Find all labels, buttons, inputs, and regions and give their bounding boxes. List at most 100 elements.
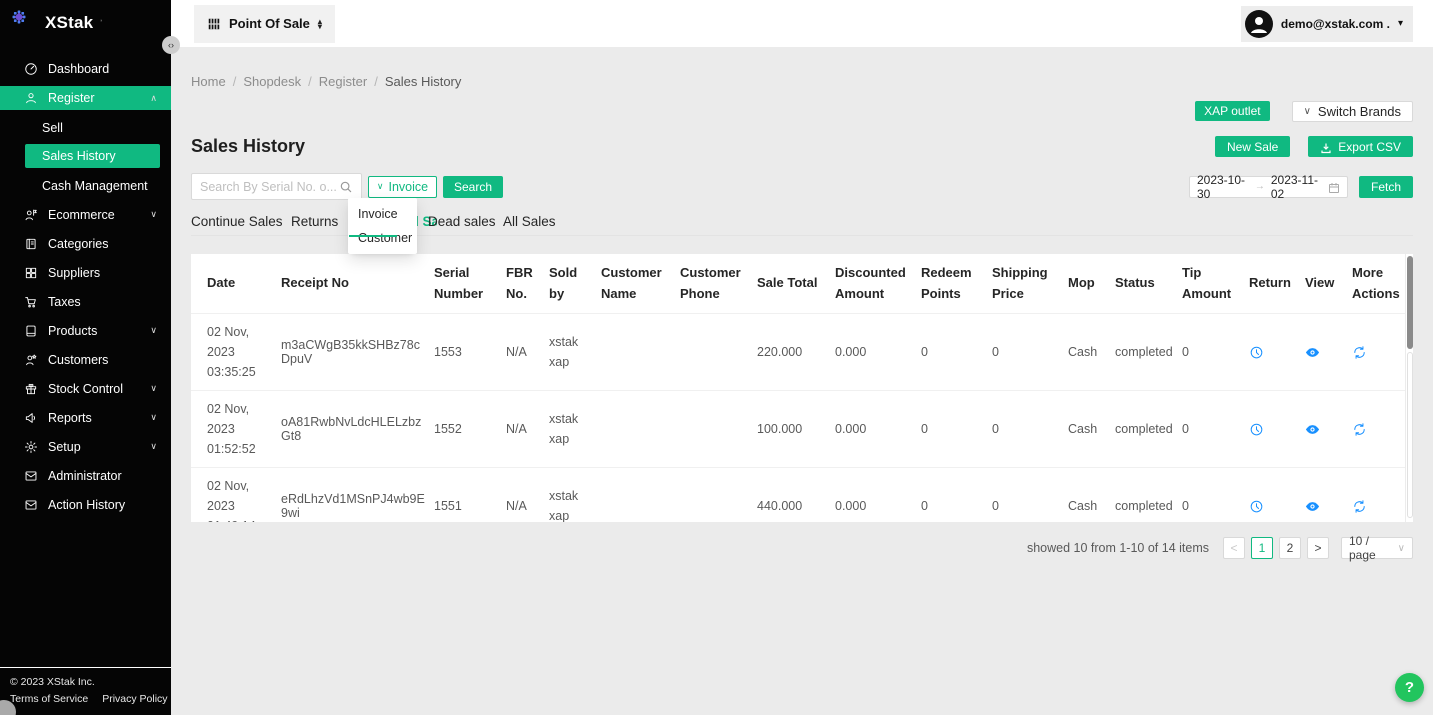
cell-discounted-amount: 0.000 (835, 337, 921, 367)
sidebar-item-label: Dashboard (48, 62, 109, 76)
download-icon (1320, 141, 1332, 153)
tab-returns[interactable]: Returns (291, 214, 338, 229)
return-action-icon[interactable] (1249, 499, 1264, 514)
more-actions-icon[interactable] (1352, 499, 1367, 514)
tab-continue-sales[interactable]: Continue Sales (191, 214, 283, 229)
app-selector-label: Point Of Sale (229, 16, 310, 31)
view-action-icon[interactable] (1305, 499, 1320, 514)
sidebar-item-suppliers[interactable]: Suppliers (0, 258, 171, 287)
cell-customer-phone (680, 498, 757, 514)
sidebar-item-register[interactable]: Register∧ (0, 86, 171, 110)
sidebar-item-reports[interactable]: Reports∨ (0, 403, 171, 432)
page-size-select[interactable]: 10 / page ∨ (1341, 537, 1413, 559)
tab-dead-sales[interactable]: Dead sales (428, 214, 496, 229)
sidebar-item-dashboard[interactable]: Dashboard (0, 54, 171, 83)
date-to[interactable]: 2023-11-02 (1271, 173, 1322, 201)
cell-redeem-points: 0 (921, 414, 992, 444)
search-input[interactable] (200, 180, 339, 194)
search-icon[interactable] (339, 180, 353, 194)
view-action-icon[interactable] (1305, 422, 1320, 437)
date-from[interactable]: 2023-10-30 (1197, 173, 1249, 201)
grid-apps-icon (207, 17, 221, 31)
sidebar-item-taxes[interactable]: Taxes (0, 287, 171, 316)
xstak-logo-icon (12, 10, 38, 36)
sidebar-item-action-history[interactable]: Action History (0, 490, 171, 519)
cell-status: completed (1115, 337, 1182, 367)
privacy-link[interactable]: Privacy Policy (102, 693, 167, 705)
cell-mop: Cash (1068, 491, 1115, 521)
pagination-page-1[interactable]: 1 (1251, 537, 1273, 559)
gift-icon (24, 382, 38, 396)
sidebar-subitem-sell[interactable]: Sell (0, 113, 171, 142)
terms-link[interactable]: Terms of Service (10, 693, 88, 705)
table-scrollbar[interactable] (1405, 254, 1413, 522)
return-action-icon[interactable] (1249, 422, 1264, 437)
more-actions-icon[interactable] (1352, 345, 1367, 360)
help-button[interactable]: ? (1395, 673, 1424, 702)
sidebar-item-label: Products (48, 324, 97, 338)
column-header-sale-total: Sale Total (757, 265, 835, 301)
chevron-down-icon: ∨ (150, 441, 157, 452)
breadcrumb-item[interactable]: Home (191, 74, 226, 89)
cell-tip-amount: 0 (1182, 337, 1249, 367)
sidebar-subitem-sales-history[interactable]: Sales History (25, 144, 160, 168)
pagination-next-button[interactable]: > (1307, 537, 1329, 559)
pagination-page-2[interactable]: 2 (1279, 537, 1301, 559)
breadcrumb-separator: / (233, 74, 237, 89)
search-box (191, 173, 362, 200)
column-header-shipping-price: Shipping Price (992, 255, 1068, 311)
switch-brands-button[interactable]: ∨ Switch Brands (1292, 101, 1413, 122)
tab-all-sales[interactable]: All Sales (503, 214, 556, 229)
megaphone-icon (24, 411, 38, 425)
column-header-receipt-no: Receipt No (281, 265, 434, 301)
cell-status: completed (1115, 414, 1182, 444)
pagination-prev-button[interactable]: < (1223, 537, 1245, 559)
user-menu[interactable]: demo@xstak.com . ▾ (1241, 6, 1413, 42)
sidebar-item-administrator[interactable]: Administrator (0, 461, 171, 490)
table-row: 02 Nov, 2023 03:35:25m3aCWgB35kkSHBz78cD… (191, 314, 1413, 391)
cell-fbr-no: N/A (506, 414, 549, 444)
sidebar-collapse-button[interactable]: ‹› (162, 36, 180, 54)
return-action-icon[interactable] (1249, 345, 1264, 360)
scrollbar-thumb[interactable] (1407, 256, 1413, 349)
view-action-icon[interactable] (1305, 345, 1320, 360)
active-tab-indicator (349, 235, 397, 237)
dashboard-icon (24, 62, 38, 76)
breadcrumb-item[interactable]: Sales History (385, 74, 462, 89)
export-csv-button[interactable]: Export CSV (1308, 136, 1413, 157)
breadcrumb-item[interactable]: Shopdesk (243, 74, 301, 89)
more-actions-icon[interactable] (1352, 422, 1367, 437)
sidebar-item-ecommerce[interactable]: Ecommerce∨ (0, 200, 171, 229)
column-header-tip-amount: Tip Amount (1182, 255, 1249, 311)
sidebar-item-stock-control[interactable]: Stock Control∨ (0, 374, 171, 403)
filter-option-invoice[interactable]: Invoice (348, 202, 417, 226)
sidebar-item-categories[interactable]: Categories (0, 229, 171, 258)
breadcrumb-item[interactable]: Register (319, 74, 367, 89)
filter-type-dropdown-menu: InvoiceCustomer (348, 198, 417, 254)
grid-icon (24, 266, 38, 280)
sidebar-item-products[interactable]: Products ∨ (0, 316, 171, 345)
filter-type-dropdown-button[interactable]: ∨ Invoice (368, 176, 437, 198)
search-button[interactable]: Search (443, 176, 503, 198)
list-icon (24, 237, 38, 251)
fetch-button[interactable]: Fetch (1359, 176, 1413, 198)
column-header-customer-name: Customer Name (601, 255, 680, 311)
chevron-down-icon: ∨ (150, 325, 157, 336)
calendar-icon (1328, 181, 1340, 193)
column-header-mop: Mop (1068, 265, 1115, 301)
sidebar-item-setup[interactable]: Setup∨ (0, 432, 171, 461)
sidebar-subitem-cash-management[interactable]: Cash Management (0, 171, 171, 200)
chevron-up-icon: ∧ (150, 93, 157, 104)
breadcrumb: Home/Shopdesk/Register/Sales History (191, 47, 1413, 89)
pagination-summary: showed 10 from 1-10 of 14 items (1027, 541, 1209, 555)
date-range-picker[interactable]: 2023-10-30 → 2023-11-02 (1189, 176, 1348, 198)
table-row: 02 Nov, 2023 01:52:52oA81RwbNvLdcHLELzbz… (191, 391, 1413, 468)
sidebar-nav: Dashboard Register∧ SellSales History Cash … (0, 54, 171, 519)
app-selector[interactable]: Point Of Sale ▴▾ (194, 5, 335, 43)
column-header-more-actions: More Actions (1352, 255, 1413, 311)
cell-shipping-price: 0 (992, 337, 1068, 367)
sidebar-item-label: Reports (48, 411, 92, 425)
sidebar-item-customers[interactable]: Customers (0, 345, 171, 374)
new-sale-button[interactable]: New Sale (1215, 136, 1290, 157)
filter-option-customer[interactable]: Customer (348, 226, 417, 250)
